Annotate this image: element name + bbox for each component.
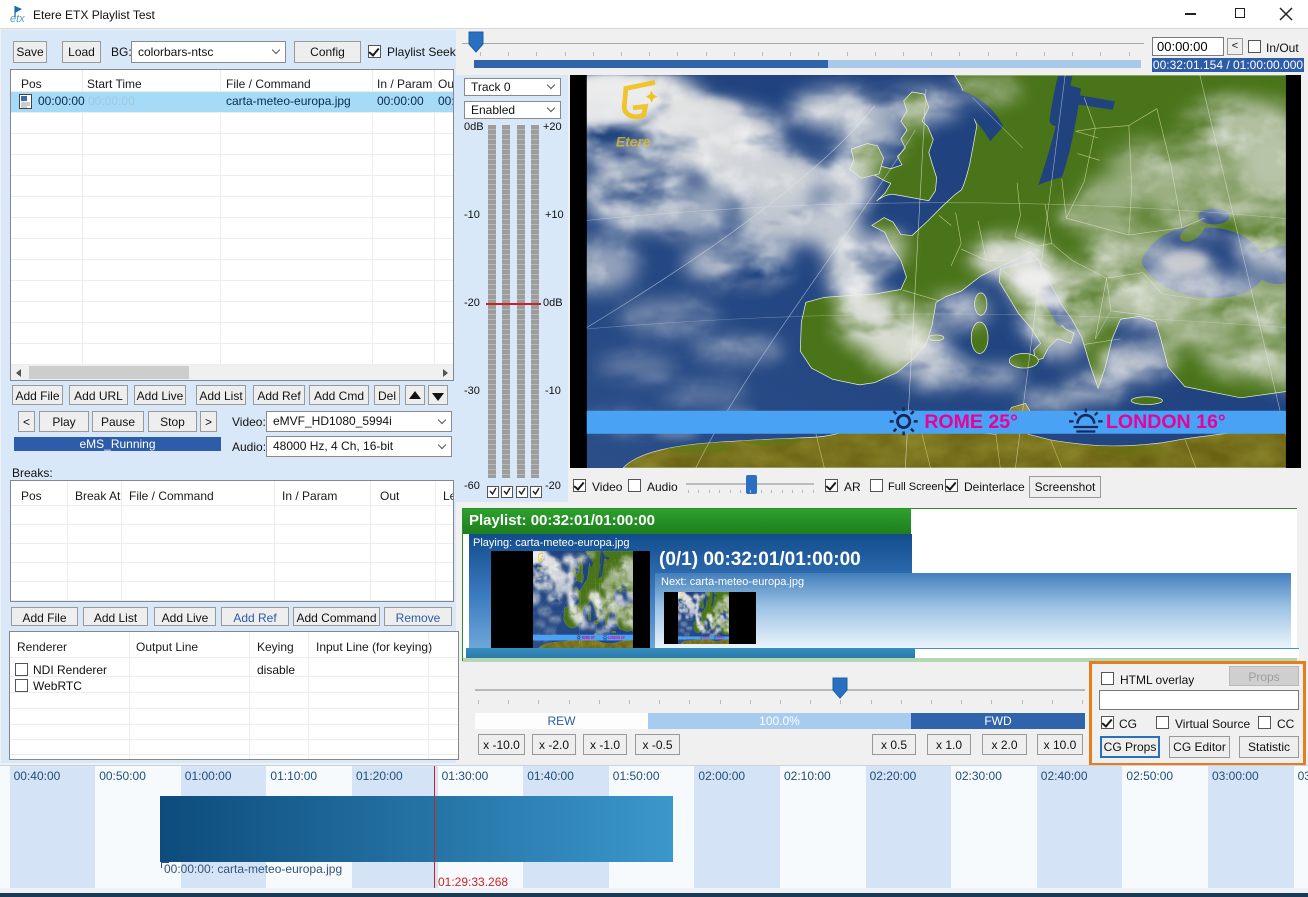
svg-text:etx: etx: [10, 13, 25, 25]
svg-text:Etere: Etere: [616, 133, 651, 149]
svg-text:ROME 25°: ROME 25°: [924, 411, 1018, 433]
svg-text:LONDON 16°: LONDON 16°: [1106, 411, 1226, 433]
